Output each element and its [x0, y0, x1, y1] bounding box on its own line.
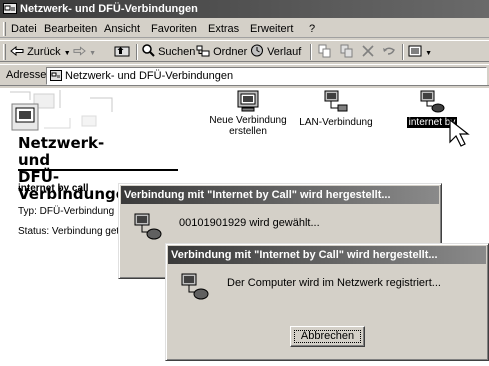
- title-underline: [18, 169, 178, 171]
- new-connection-icon: [237, 90, 259, 112]
- menu-help[interactable]: ?: [309, 23, 315, 35]
- new-connection-label: Neue Verbindung erstellen: [209, 115, 287, 137]
- folders-button[interactable]: Ordner: [196, 43, 247, 61]
- menu-extras[interactable]: Extras: [208, 23, 239, 35]
- dialup-connection-icon: [134, 213, 162, 240]
- history-icon: [251, 44, 263, 57]
- web-view-panel: Netzwerk- und DFÜ-Verbindungen internet …: [0, 88, 178, 366]
- mouse-cursor-icon: [449, 118, 470, 147]
- network-folder-icon: [3, 3, 17, 14]
- selected-item-type: Typ: DFÜ-Verbindung: [18, 206, 115, 217]
- dialog-title-bar[interactable]: Verbindung mit "Internet by Call" wird h…: [121, 186, 439, 204]
- delete-icon: [362, 45, 374, 57]
- focus-rectangle: [294, 330, 361, 343]
- dialup-connection-icon: [181, 273, 209, 300]
- search-icon: [142, 44, 155, 57]
- toolbar-separator: [402, 44, 404, 60]
- menu-ansicht[interactable]: Ansicht: [104, 23, 140, 35]
- menu-datei[interactable]: Datei: [11, 23, 37, 35]
- toolbar-separator: [136, 44, 138, 60]
- views-button[interactable]: ▼: [408, 43, 432, 61]
- explorer-window: Netzwerk- und DFÜ-Verbindungen Datei Bea…: [0, 0, 489, 366]
- move-to-icon: [318, 44, 331, 58]
- registering-message: Der Computer wird im Netzwerk registrier…: [227, 277, 441, 289]
- selected-item-name: internet by call: [18, 183, 89, 194]
- registering-dialog: Verbindung mit "Internet by Call" wird h…: [165, 243, 489, 361]
- move-to-button[interactable]: [318, 43, 332, 61]
- up-folder-icon: [114, 46, 130, 57]
- history-label: Verlauf: [267, 46, 302, 58]
- selected-item-status: Status: Verbindung getr: [18, 226, 123, 237]
- lan-connection-item[interactable]: LAN-Verbindung: [296, 90, 376, 128]
- copy-to-button[interactable]: [340, 43, 354, 61]
- dialog-title-bar[interactable]: Verbindung mit "Internet by Call" wird h…: [168, 246, 486, 264]
- title-bar[interactable]: Netzwerk- und DFÜ-Verbindungen: [0, 0, 489, 18]
- dialup-connection-icon: [420, 90, 445, 113]
- delete-button[interactable]: [362, 43, 374, 61]
- forward-button[interactable]: ▼: [73, 43, 96, 61]
- menu-bearbeiten[interactable]: Bearbeiten: [44, 23, 97, 35]
- dialing-message: 00101901929 wird gewählt...: [179, 217, 320, 229]
- lan-connection-icon: [324, 90, 348, 112]
- folders-icon: [196, 45, 210, 57]
- back-dropdown-icon[interactable]: ▼: [64, 50, 71, 57]
- forward-dropdown-icon[interactable]: ▼: [89, 50, 96, 57]
- menu-erweitert[interactable]: Erweitert: [250, 23, 293, 35]
- cancel-button[interactable]: Abbrechen: [290, 326, 365, 347]
- address-label: Adresse: [6, 69, 47, 81]
- address-value: Netzwerk- und DFÜ-Verbindungen: [65, 70, 234, 82]
- folder-decoration-graphic: [0, 88, 118, 138]
- menu-bar: Datei Bearbeiten Ansicht Favoriten Extra…: [0, 20, 489, 38]
- back-button[interactable]: Zurück ▼: [10, 43, 71, 61]
- views-dropdown-icon[interactable]: ▼: [425, 50, 432, 57]
- lan-connection-label: LAN-Verbindung: [299, 117, 373, 128]
- search-button[interactable]: Suchen: [142, 43, 195, 61]
- undo-button[interactable]: [382, 43, 396, 61]
- network-folder-icon: [50, 70, 62, 81]
- menu-grip[interactable]: [3, 22, 6, 36]
- menu-favoriten[interactable]: Favoriten: [151, 23, 197, 35]
- folder-title-line1: Netzwerk- und: [18, 134, 105, 169]
- copy-to-icon: [340, 44, 353, 58]
- window-title: Netzwerk- und DFÜ-Verbindungen: [20, 3, 198, 15]
- back-label: Zurück: [27, 46, 61, 58]
- toolbar: Zurück ▼ ▼ Suchen Ordner Verlauf ▼: [0, 40, 489, 62]
- forward-arrow-icon: [73, 46, 86, 56]
- up-folder-button[interactable]: [114, 43, 130, 61]
- undo-icon: [383, 47, 395, 55]
- back-arrow-icon: [10, 45, 24, 57]
- new-connection-item[interactable]: Neue Verbindung erstellen: [198, 90, 298, 137]
- views-icon: [408, 45, 422, 57]
- address-bar: Adresse Netzwerk- und DFÜ-Verbindungen: [0, 64, 489, 86]
- folders-label: Ordner: [213, 46, 248, 58]
- toolbar-separator: [310, 44, 312, 60]
- address-field[interactable]: Netzwerk- und DFÜ-Verbindungen: [46, 67, 487, 85]
- search-label: Suchen: [158, 46, 196, 58]
- history-button[interactable]: Verlauf: [250, 43, 301, 61]
- toolbar-grip[interactable]: [3, 44, 6, 60]
